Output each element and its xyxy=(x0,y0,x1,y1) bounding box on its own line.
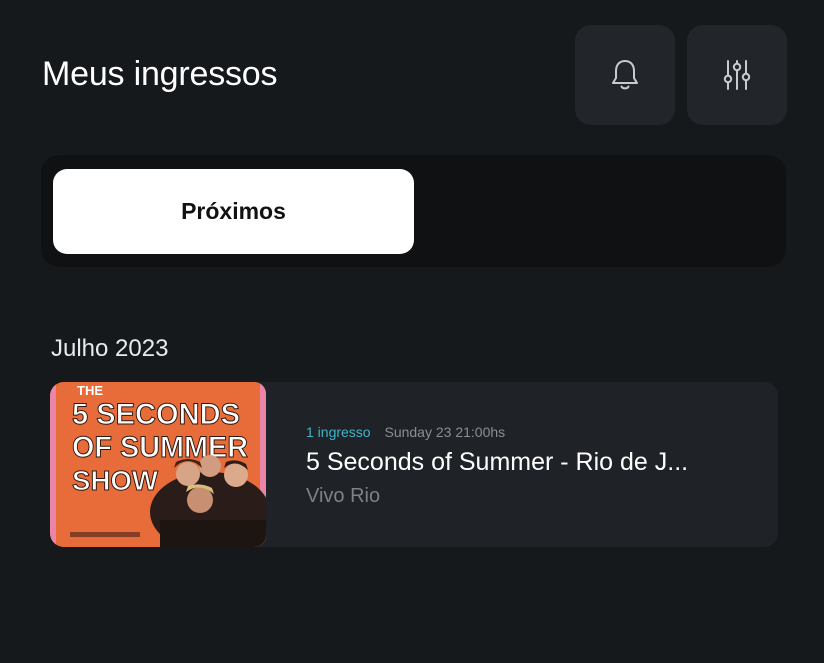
filter-button[interactable] xyxy=(687,25,787,125)
ticket-count: 1 ingresso xyxy=(306,424,371,440)
notifications-button[interactable] xyxy=(575,25,675,125)
event-venue: Vivo Rio xyxy=(306,485,381,507)
event-poster: THE 5 SECONDS OF SUMMER SHOW xyxy=(50,382,266,547)
bell-icon xyxy=(609,58,641,92)
tickets-screen: Meus ingressos Próximos Julho 2023 THE 5… xyxy=(0,0,824,663)
month-heading: Julho 2023 xyxy=(51,335,169,362)
ticket-meta: 1 ingresso Sunday 23 21:00hs xyxy=(306,424,505,440)
event-title: 5 Seconds of Summer - Rio de J... xyxy=(306,448,689,476)
poster-line-2: 5 SECONDS xyxy=(72,398,240,431)
poster-line-3: OF SUMMER xyxy=(72,431,248,464)
sliders-icon xyxy=(721,58,753,92)
page-title: Meus ingressos xyxy=(42,55,278,93)
poster-line-1: THE xyxy=(77,383,103,398)
event-datetime: Sunday 23 21:00hs xyxy=(384,424,506,440)
ticket-card[interactable]: THE 5 SECONDS OF SUMMER SHOW 1 ingresso … xyxy=(50,382,778,547)
poster-line-4: SHOW xyxy=(72,465,159,496)
tab-switcher: Próximos xyxy=(41,155,786,267)
tab-proximos[interactable]: Próximos xyxy=(53,169,414,254)
